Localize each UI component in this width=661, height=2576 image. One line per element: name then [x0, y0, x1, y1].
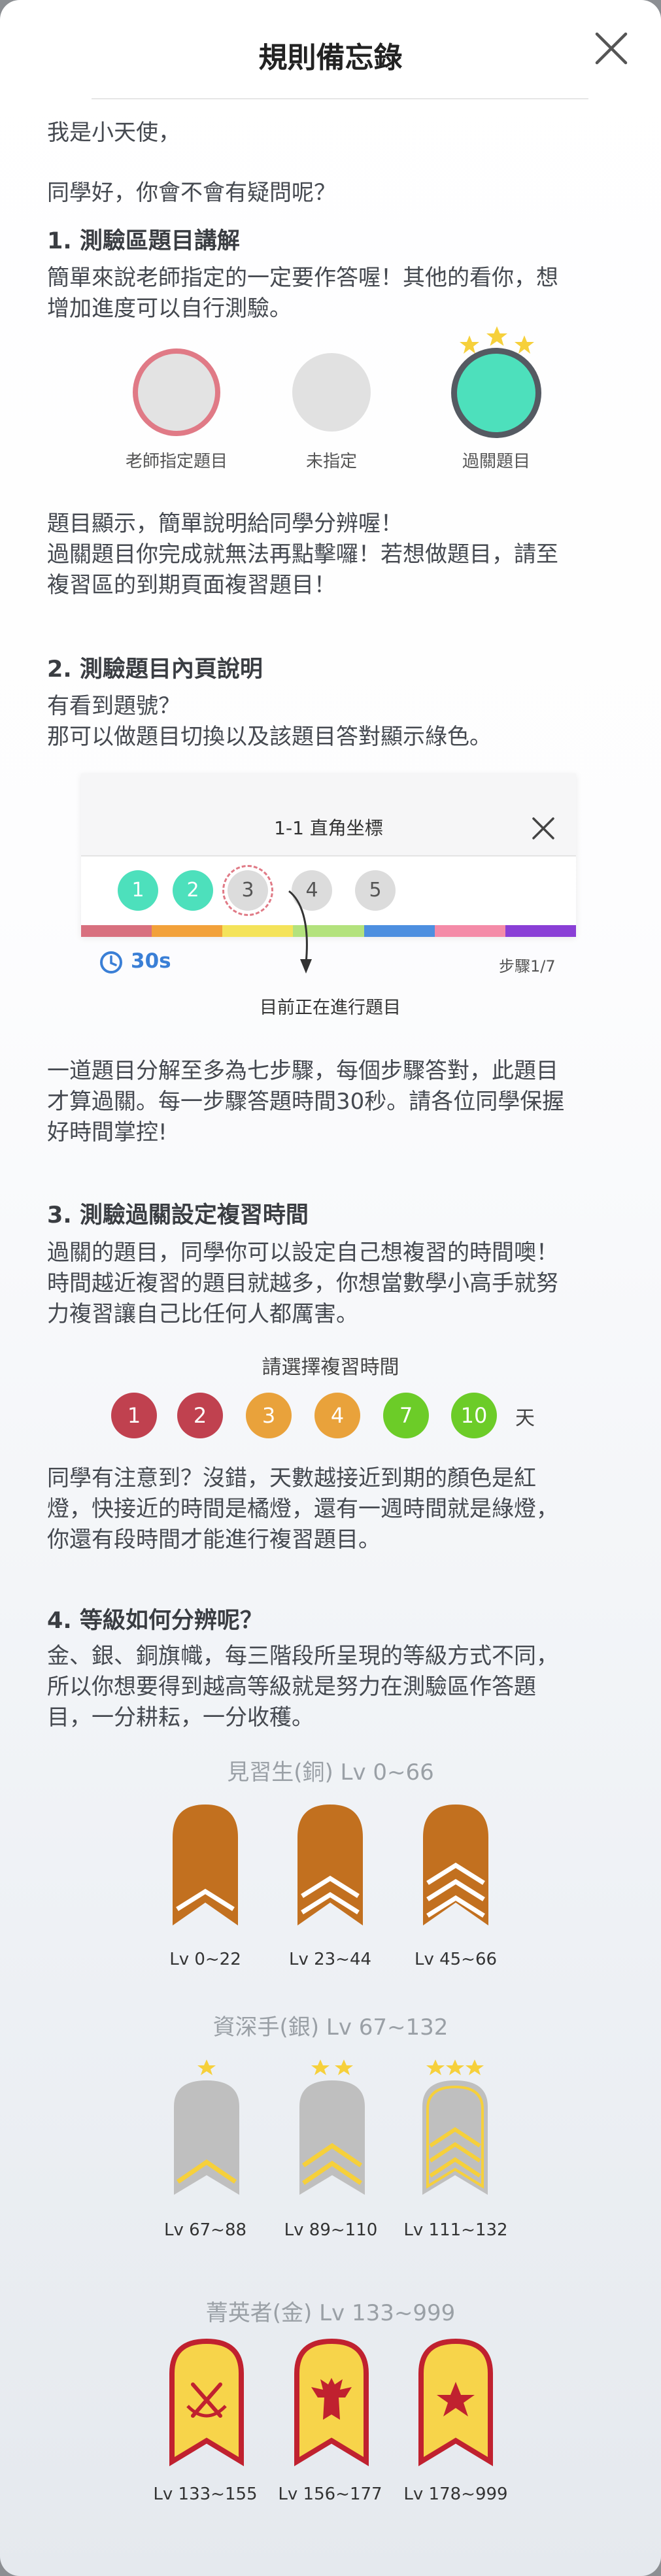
greeting-text: 我是小天使， — [47, 120, 180, 146]
bronze-badge-3-icon — [423, 1805, 488, 1925]
step-button-3[interactable]: 3 — [228, 870, 268, 911]
silver-badge-3-icon — [422, 2059, 488, 2195]
question-text: 同學好，你會不會有疑問呢？ — [47, 180, 336, 206]
section-1-line1: 簡單來說老師指定的一定要作答喔！其他的看你，想 — [47, 265, 558, 291]
review-day-10[interactable]: 10 — [451, 1393, 497, 1438]
bronze-level-2-label: Lv 23~44 — [288, 1950, 372, 1969]
bronze-level-3-label: Lv 45~66 — [414, 1950, 498, 1969]
review-day-1[interactable]: 1 — [111, 1393, 157, 1438]
question-card-title: 1-1 直角坐標 — [274, 817, 383, 839]
day-unit-label: 天 — [515, 1407, 535, 1430]
pointer-label: 目前正在進行題目 — [260, 998, 401, 1018]
gold-level-3-label: Lv 178~999 — [403, 2484, 508, 2504]
passed-question-icon — [451, 348, 541, 438]
section-2-p2: 才算過關。每一步驟答題時間30秒。請各位同學保握 — [47, 1089, 565, 1115]
section-1-p1: 題目顯示，簡單說明給同學分辨喔！ — [47, 511, 403, 537]
section-2-line2: 那可以做題目切換以及該題目答對顯示綠色。 — [47, 724, 492, 750]
title-divider — [92, 98, 588, 99]
review-day-3[interactable]: 3 — [246, 1393, 292, 1438]
section-3-p2: 燈，快接近的時間是橘燈，還有一週時間就是綠燈， — [47, 1496, 558, 1522]
section-2-line1: 有看到題號？ — [47, 693, 180, 719]
section-4-heading: 4. 等級如何分辨呢？ — [47, 1608, 263, 1634]
section-1-p2: 過關題目你完成就無法再點擊囉！若想做題目，請至 — [47, 541, 558, 568]
section-2-heading: 2. 測驗題目內頁說明 — [47, 656, 263, 683]
bronze-level-1-label: Lv 0~22 — [169, 1950, 241, 1969]
bronze-rank-title: 見習生(銅) Lv 0~66 — [227, 1759, 434, 1786]
modal-title: 規則備忘錄 — [258, 41, 403, 75]
gold-level-1-label: Lv 133~155 — [153, 2484, 258, 2504]
pointer-arrow-icon — [288, 890, 312, 974]
teacher-assigned-icon — [133, 348, 220, 436]
bronze-badge-2-icon — [297, 1805, 363, 1925]
silver-level-3-label: Lv 111~132 — [403, 2220, 508, 2240]
gold-level-2-label: Lv 156~177 — [278, 2484, 382, 2504]
section-4-line2: 所以你想要得到越高等級就是努力在測驗區作答題 — [47, 1674, 536, 1700]
gold-rank-title: 菁英者(金) Lv 133~999 — [205, 2300, 456, 2326]
section-3-line1: 過關的題目，同學你可以設定自己想複習的時間噢！ — [47, 1240, 558, 1266]
section-3-line2: 時間越近複習的題目就越多，你想當數學小高手就努 — [47, 1270, 558, 1296]
section-1-line2: 增加進度可以自行測驗。 — [47, 296, 292, 322]
silver-level-2-label: Lv 89~110 — [284, 2220, 378, 2240]
section-1-p3: 複習區的到期頁面複習題目！ — [47, 572, 336, 598]
review-day-4[interactable]: 4 — [314, 1393, 360, 1438]
section-3-p1: 同學有注意到？沒錯，天數越接近到期的顏色是紅 — [47, 1465, 536, 1491]
legend-unassigned-label: 未指定 — [305, 452, 357, 471]
silver-badge-2-icon — [299, 2059, 365, 2195]
timer-text: 30s — [131, 949, 171, 973]
unassigned-icon — [292, 353, 371, 432]
step-button-2[interactable]: 2 — [173, 870, 213, 911]
review-day-7[interactable]: 7 — [383, 1393, 429, 1438]
step-button-5[interactable]: 5 — [355, 870, 396, 911]
legend-teacher-label: 老師指定題目 — [125, 452, 228, 471]
review-time-prompt: 請選擇複習時間 — [262, 1356, 399, 1379]
legend-passed-label: 過關題目 — [462, 452, 530, 471]
section-1-heading: 1. 測驗區題目講解 — [47, 228, 240, 254]
step-button-1[interactable]: 1 — [118, 870, 158, 911]
timer-clock-icon — [100, 951, 122, 974]
close-icon[interactable] — [592, 29, 631, 68]
section-4-line3: 目，一分耕耘，一分收穫。 — [47, 1704, 314, 1731]
card-close-icon[interactable] — [530, 815, 556, 841]
gold-badge-3-icon — [418, 2338, 493, 2467]
rules-modal: 規則備忘錄 我是小天使， 同學好，你會不會有疑問呢？ 1. 測驗區題目講解 簡單… — [0, 0, 661, 2576]
section-3-heading: 3. 測驗過關設定複習時間 — [47, 1202, 309, 1229]
step-count-text: 步驟1/7 — [499, 957, 556, 975]
section-2-p1: 一道題目分解至多為七步驟，每個步驟答對，此題目 — [47, 1058, 558, 1084]
silver-level-1-label: Lv 67~88 — [163, 2220, 247, 2240]
section-3-p3: 你還有段時間才能進行複習題目。 — [47, 1527, 381, 1553]
section-3-line3: 力複習讓自己比任何人都厲害。 — [47, 1301, 358, 1327]
review-day-2[interactable]: 2 — [177, 1393, 223, 1438]
section-4-line1: 金、銀、銅旗幟，每三階段所呈現的等級方式不同， — [47, 1643, 558, 1669]
silver-badge-1-icon — [174, 2059, 239, 2195]
gold-badge-2-icon — [294, 2338, 369, 2467]
silver-rank-title: 資深手(銀) Lv 67~132 — [212, 2014, 449, 2041]
section-2-p3: 好時間掌控! — [47, 1119, 167, 1145]
gold-badge-1-icon — [169, 2338, 244, 2467]
bronze-badge-1-icon — [173, 1805, 238, 1925]
